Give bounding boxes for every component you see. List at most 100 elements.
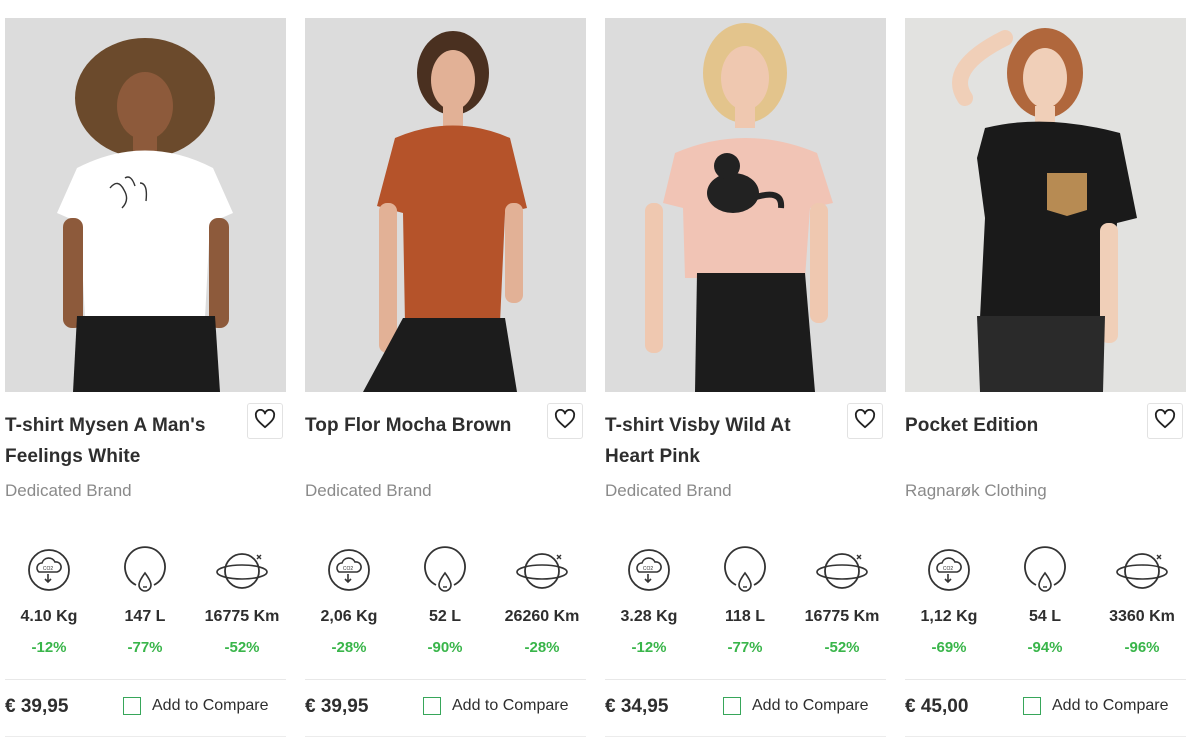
wishlist-button[interactable] bbox=[547, 403, 583, 439]
wishlist-button[interactable] bbox=[247, 403, 283, 439]
divider bbox=[905, 679, 1186, 680]
compare-label[interactable]: Add to Compare bbox=[1052, 697, 1169, 715]
co2-savings: -12% bbox=[631, 639, 667, 656]
water-metric: 118 L -77% bbox=[698, 546, 792, 656]
co2-metric: CO2 2,06 Kg -28% bbox=[302, 548, 396, 656]
distance-savings: -96% bbox=[1124, 639, 1160, 656]
co2-metric: CO2 1,12 Kg -69% bbox=[902, 548, 996, 656]
co2-cloud-icon: CO2 bbox=[926, 547, 972, 598]
product-grid: T-shirt Mysen A Man's Feelings White Ded… bbox=[0, 0, 1200, 744]
heart-icon bbox=[554, 408, 576, 434]
co2-value: 1,12 Kg bbox=[920, 608, 978, 625]
globe-orbit-icon bbox=[815, 547, 869, 598]
wishlist-button[interactable] bbox=[847, 403, 883, 439]
water-savings: -94% bbox=[1027, 639, 1063, 656]
add-to-compare[interactable]: Add to Compare bbox=[723, 697, 869, 715]
water-value: 52 L bbox=[428, 608, 461, 625]
product-price: € 39,95 bbox=[5, 696, 69, 717]
svg-text:CO2: CO2 bbox=[43, 566, 54, 572]
co2-cloud-icon: CO2 bbox=[626, 547, 672, 598]
distance-savings: -28% bbox=[524, 639, 560, 656]
co2-value: 4.10 Kg bbox=[20, 608, 78, 625]
add-to-compare[interactable]: Add to Compare bbox=[123, 697, 269, 715]
compare-label[interactable]: Add to Compare bbox=[752, 697, 869, 715]
svg-text:CO2: CO2 bbox=[343, 566, 354, 572]
heart-icon bbox=[854, 408, 876, 434]
co2-savings: -28% bbox=[331, 639, 367, 656]
water-value: 54 L bbox=[1028, 608, 1061, 625]
product-title[interactable]: T-shirt Visby Wild At Heart Pink bbox=[605, 410, 840, 472]
water-savings: -90% bbox=[427, 639, 463, 656]
water-savings: -77% bbox=[127, 639, 163, 656]
product-card[interactable]: Pocket Edition Ragnarøk Clothing CO2 1,1… bbox=[905, 18, 1186, 744]
heart-icon bbox=[1154, 408, 1176, 434]
wishlist-button[interactable] bbox=[1147, 403, 1183, 439]
globe-orbit-icon bbox=[515, 547, 569, 598]
distance-value: 16775 Km bbox=[804, 608, 880, 625]
product-price: € 39,95 bbox=[305, 696, 369, 717]
water-metric: 54 L -94% bbox=[998, 546, 1092, 656]
compare-checkbox[interactable] bbox=[723, 697, 741, 715]
distance-value: 3360 Km bbox=[1109, 608, 1175, 625]
divider bbox=[305, 679, 586, 680]
distance-value: 16775 Km bbox=[204, 608, 280, 625]
divider bbox=[5, 736, 286, 737]
water-value: 147 L bbox=[124, 608, 166, 625]
product-image[interactable] bbox=[605, 18, 886, 392]
co2-value: 2,06 Kg bbox=[320, 608, 378, 625]
compare-label[interactable]: Add to Compare bbox=[152, 697, 269, 715]
product-card[interactable]: T-shirt Visby Wild At Heart Pink Dedicat… bbox=[605, 18, 886, 744]
product-brand[interactable]: Dedicated Brand bbox=[305, 481, 432, 501]
divider bbox=[605, 679, 886, 680]
product-brand[interactable]: Ragnarøk Clothing bbox=[905, 481, 1047, 501]
product-brand[interactable]: Dedicated Brand bbox=[605, 481, 732, 501]
divider bbox=[605, 736, 886, 737]
water-savings: -77% bbox=[727, 639, 763, 656]
distance-metric: 16775 Km -52% bbox=[795, 548, 889, 656]
product-brand[interactable]: Dedicated Brand bbox=[5, 481, 132, 501]
co2-savings: -12% bbox=[31, 639, 67, 656]
distance-savings: -52% bbox=[824, 639, 860, 656]
product-card[interactable]: T-shirt Mysen A Man's Feelings White Ded… bbox=[5, 18, 286, 744]
divider bbox=[305, 736, 586, 737]
distance-metric: 3360 Km -96% bbox=[1095, 548, 1189, 656]
water-metric: 52 L -90% bbox=[398, 546, 492, 656]
product-image[interactable] bbox=[5, 18, 286, 392]
co2-cloud-icon: CO2 bbox=[26, 547, 72, 598]
globe-orbit-icon bbox=[1115, 547, 1169, 598]
water-value: 118 L bbox=[724, 608, 766, 625]
co2-cloud-icon: CO2 bbox=[326, 547, 372, 598]
product-image[interactable] bbox=[905, 18, 1186, 392]
water-metric: 147 L -77% bbox=[98, 546, 192, 656]
compare-checkbox[interactable] bbox=[423, 697, 441, 715]
co2-metric: CO2 3.28 Kg -12% bbox=[602, 548, 696, 656]
globe-orbit-icon bbox=[215, 547, 269, 598]
divider bbox=[905, 736, 1186, 737]
distance-savings: -52% bbox=[224, 639, 260, 656]
water-drop-icon bbox=[1022, 543, 1068, 598]
distance-metric: 26260 Km -28% bbox=[495, 548, 589, 656]
compare-checkbox[interactable] bbox=[123, 697, 141, 715]
product-title[interactable]: Top Flor Mocha Brown bbox=[305, 410, 540, 441]
product-title[interactable]: Pocket Edition bbox=[905, 410, 1140, 441]
product-image[interactable] bbox=[305, 18, 586, 392]
distance-metric: 16775 Km -52% bbox=[195, 548, 289, 656]
product-price: € 45,00 bbox=[905, 696, 969, 717]
add-to-compare[interactable]: Add to Compare bbox=[1023, 697, 1169, 715]
distance-value: 26260 Km bbox=[504, 608, 580, 625]
product-price: € 34,95 bbox=[605, 696, 669, 717]
divider bbox=[5, 679, 286, 680]
compare-checkbox[interactable] bbox=[1023, 697, 1041, 715]
water-drop-icon bbox=[122, 543, 168, 598]
heart-icon bbox=[254, 408, 276, 434]
svg-text:CO2: CO2 bbox=[943, 566, 954, 572]
product-card[interactable]: Top Flor Mocha Brown Dedicated Brand CO2… bbox=[305, 18, 586, 744]
co2-value: 3.28 Kg bbox=[620, 608, 678, 625]
add-to-compare[interactable]: Add to Compare bbox=[423, 697, 569, 715]
water-drop-icon bbox=[722, 543, 768, 598]
water-drop-icon bbox=[422, 543, 468, 598]
product-title[interactable]: T-shirt Mysen A Man's Feelings White bbox=[5, 410, 240, 472]
co2-savings: -69% bbox=[931, 639, 967, 656]
compare-label[interactable]: Add to Compare bbox=[452, 697, 569, 715]
co2-metric: CO2 4.10 Kg -12% bbox=[2, 548, 96, 656]
